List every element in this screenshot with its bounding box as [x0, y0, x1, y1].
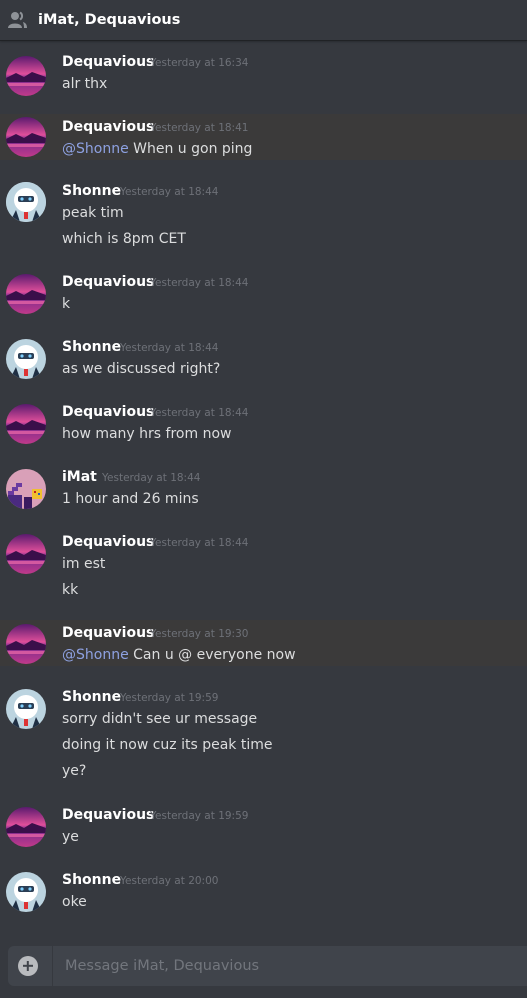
avatar[interactable]	[6, 807, 46, 847]
avatar[interactable]	[6, 872, 46, 912]
message-input-container[interactable]: Message iMat, Dequavious	[8, 946, 527, 986]
channel-header: iMat, Dequavious	[0, 0, 527, 41]
timestamp: Yesterday at 16:34	[150, 57, 249, 69]
message-item[interactable]: Dequavious Yesterday at 18:44 k	[0, 270, 527, 328]
message-item[interactable]: Shonne Yesterday at 18:44 peak tim which…	[0, 178, 527, 256]
message-item[interactable]: Dequavious Yesterday at 18:44 how many h…	[0, 400, 527, 458]
author-name[interactable]: Shonne	[62, 183, 121, 199]
timestamp: Yesterday at 19:59	[150, 810, 249, 822]
timestamp: Yesterday at 18:44	[150, 277, 249, 289]
plus-circle-icon[interactable]	[18, 956, 38, 976]
message-item[interactable]: Dequavious Yesterday at 19:59 ye	[0, 803, 527, 861]
author-name[interactable]: Dequavious	[62, 119, 154, 135]
timestamp: Yesterday at 18:44	[150, 407, 249, 419]
message-text: oke	[62, 894, 87, 910]
message-item[interactable]: Dequavious Yesterday at 18:44 im est kk	[0, 530, 527, 608]
message-text: kk	[62, 582, 79, 598]
message-text: @Shonne When u gon ping	[62, 141, 252, 157]
timestamp: Yesterday at 20:00	[120, 875, 219, 887]
message-input[interactable]: Message iMat, Dequavious	[65, 958, 259, 974]
author-name[interactable]: Shonne	[62, 872, 121, 888]
author-name[interactable]: Shonne	[62, 339, 121, 355]
avatar[interactable]	[6, 469, 46, 509]
user-mention[interactable]: @Shonne	[62, 647, 129, 663]
message-item[interactable]: iMat Yesterday at 18:44 1 hour and 26 mi…	[0, 465, 527, 523]
avatar[interactable]	[6, 534, 46, 574]
message-text: ye?	[62, 763, 87, 779]
message-text: how many hrs from now	[62, 426, 232, 442]
author-name[interactable]: Dequavious	[62, 274, 154, 290]
message-item[interactable]: Shonne Yesterday at 18:44 as we discusse…	[0, 335, 527, 393]
channel-title: iMat, Dequavious	[38, 12, 181, 28]
message-text: as we discussed right?	[62, 361, 221, 377]
author-name[interactable]: Dequavious	[62, 625, 154, 641]
avatar[interactable]	[6, 56, 46, 96]
timestamp: Yesterday at 18:44	[150, 537, 249, 549]
avatar[interactable]	[6, 117, 46, 157]
author-name[interactable]: Dequavious	[62, 807, 154, 823]
message-text: 1 hour and 26 mins	[62, 491, 199, 507]
message-list[interactable]: Dequavious Yesterday at 16:34 alr thx De…	[0, 42, 527, 940]
message-item-mention[interactable]: Dequavious Yesterday at 19:30 @Shonne Ca…	[0, 620, 527, 666]
message-item[interactable]: Shonne Yesterday at 20:00 oke	[0, 868, 527, 926]
author-name[interactable]: Dequavious	[62, 404, 154, 420]
message-item[interactable]: Dequavious Yesterday at 16:34 alr thx	[0, 50, 527, 108]
timestamp: Yesterday at 18:41	[150, 122, 249, 134]
message-text: alr thx	[62, 76, 108, 92]
user-mention[interactable]: @Shonne	[62, 141, 129, 157]
timestamp: Yesterday at 18:44	[120, 186, 219, 198]
timestamp: Yesterday at 19:30	[150, 628, 249, 640]
message-text-body: Can u @ everyone now	[133, 647, 296, 663]
message-text: doing it now cuz its peak time	[62, 737, 273, 753]
composer-divider	[52, 946, 53, 986]
message-text-body: When u gon ping	[133, 141, 253, 157]
author-name[interactable]: Dequavious	[62, 54, 154, 70]
message-composer: Message iMat, Dequavious	[0, 940, 527, 998]
avatar[interactable]	[6, 274, 46, 314]
message-item[interactable]: Shonne Yesterday at 19:59 sorry didn't s…	[0, 685, 527, 789]
message-item-mention[interactable]: Dequavious Yesterday at 18:41 @Shonne Wh…	[0, 114, 527, 160]
avatar[interactable]	[6, 624, 46, 664]
author-name[interactable]: Shonne	[62, 689, 121, 705]
message-text: peak tim	[62, 205, 124, 221]
group-dm-icon	[8, 10, 28, 30]
timestamp: Yesterday at 18:44	[102, 472, 201, 484]
avatar[interactable]	[6, 182, 46, 222]
author-name[interactable]: iMat	[62, 469, 97, 485]
avatar[interactable]	[6, 689, 46, 729]
timestamp: Yesterday at 19:59	[120, 692, 219, 704]
avatar[interactable]	[6, 404, 46, 444]
message-text: which is 8pm CET	[62, 231, 186, 247]
author-name[interactable]: Dequavious	[62, 534, 154, 550]
message-text: im est	[62, 556, 106, 572]
timestamp: Yesterday at 18:44	[120, 342, 219, 354]
message-text: k	[62, 296, 71, 312]
message-text: @Shonne Can u @ everyone now	[62, 647, 296, 663]
message-text: sorry didn't see ur message	[62, 711, 258, 727]
avatar[interactable]	[6, 339, 46, 379]
message-text: ye	[62, 829, 79, 845]
